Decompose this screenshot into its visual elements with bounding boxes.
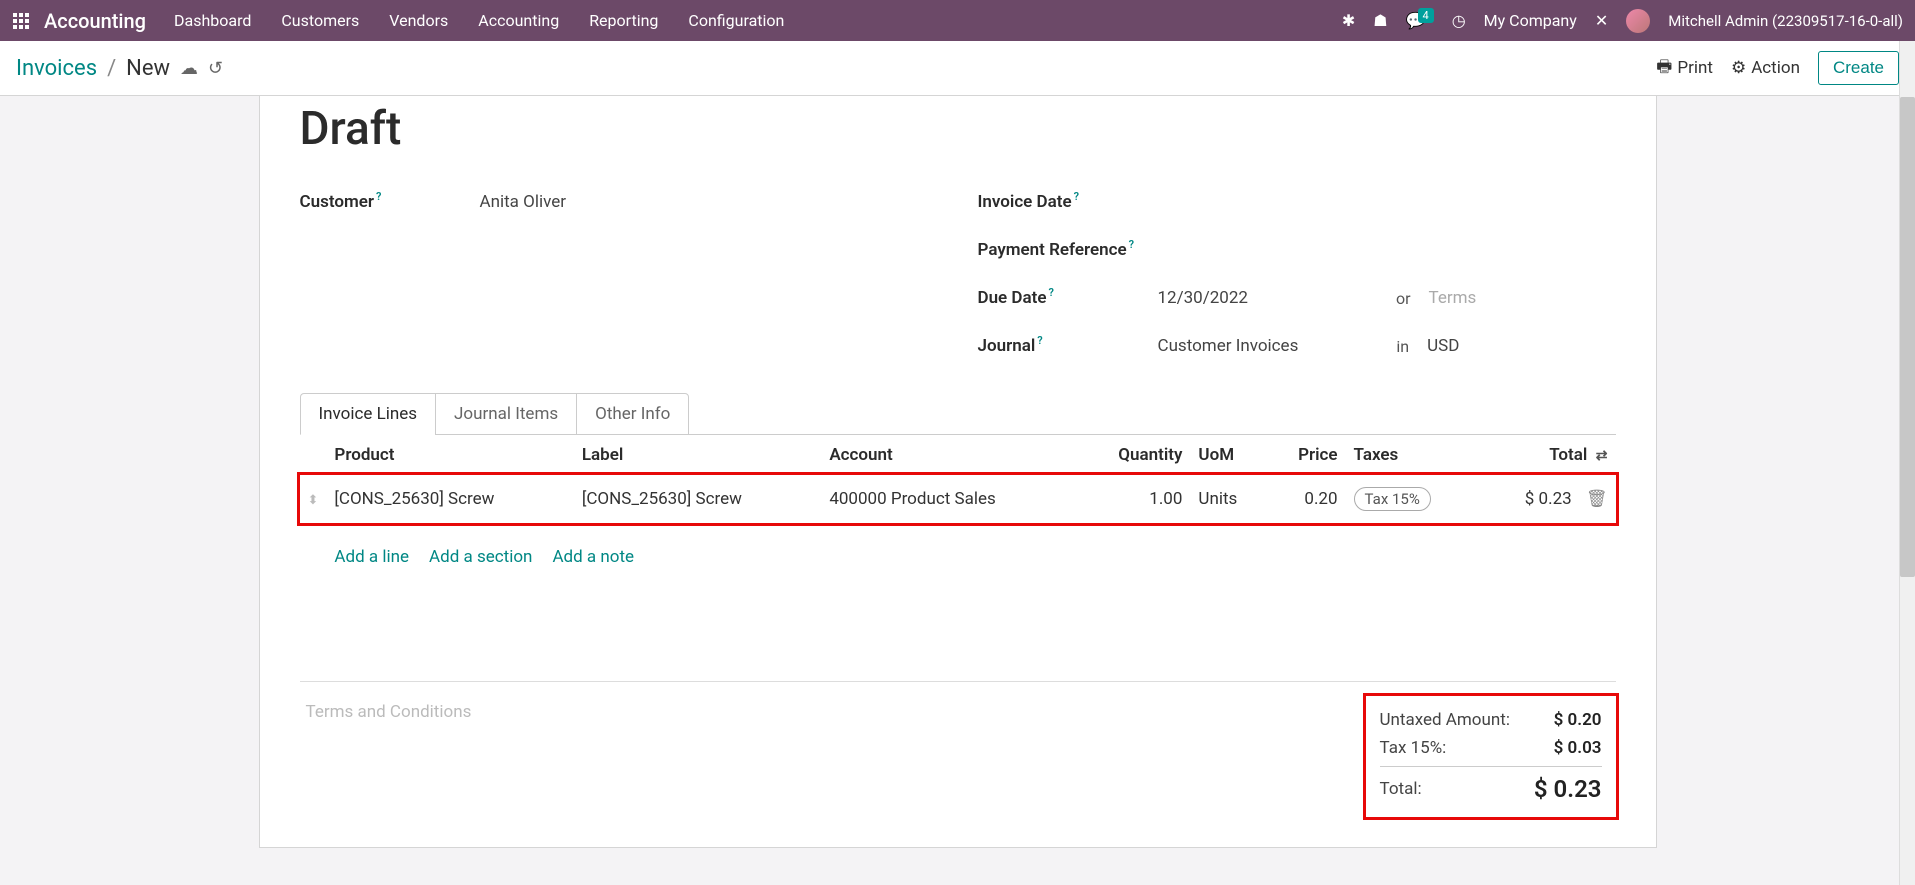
company-selector[interactable]: My Company bbox=[1484, 11, 1577, 30]
cloud-save-icon[interactable]: ☁ bbox=[180, 58, 198, 79]
drag-handle-icon[interactable]: ⬍ bbox=[308, 493, 319, 508]
add-note-link[interactable]: Add a note bbox=[552, 547, 634, 567]
payment-ref-label: Payment Reference? bbox=[978, 240, 1158, 260]
tax-label: Tax 15%: bbox=[1380, 738, 1447, 758]
th-account[interactable]: Account bbox=[821, 435, 1077, 475]
print-label: Print bbox=[1677, 58, 1713, 78]
breadcrumb-current: New bbox=[126, 56, 170, 81]
invoice-lines-table: Product Label Account Quantity UoM Price… bbox=[300, 435, 1616, 591]
menu-reporting[interactable]: Reporting bbox=[589, 11, 658, 30]
tab-journal-items[interactable]: Journal Items bbox=[435, 393, 577, 435]
cell-quantity[interactable]: 1.00 bbox=[1078, 475, 1191, 523]
journal-label: Journal? bbox=[978, 336, 1158, 356]
cell-taxes[interactable]: Tax 15% bbox=[1346, 475, 1477, 523]
chat-badge: 4 bbox=[1418, 8, 1434, 23]
nav-right: ✱ ☗ 💬4 ◷ My Company ✕ Mitchell Admin (22… bbox=[1342, 9, 1903, 33]
top-nav: Accounting Dashboard Customers Vendors A… bbox=[0, 0, 1915, 41]
help-icon[interactable]: ? bbox=[1074, 190, 1079, 203]
columns-adjust-icon[interactable]: ⇄ bbox=[1596, 448, 1608, 464]
add-line-link[interactable]: Add a line bbox=[334, 547, 409, 567]
breadcrumb: Invoices / New ☁ ↺ bbox=[16, 56, 1656, 81]
cell-product[interactable]: [CONS_25630] Screw bbox=[326, 475, 573, 523]
cell-price[interactable]: 0.20 bbox=[1268, 475, 1346, 523]
cell-label[interactable]: [CONS_25630] Screw bbox=[574, 475, 821, 523]
help-icon[interactable]: ? bbox=[1037, 334, 1042, 347]
breadcrumb-actions: 🖶 Print ⚙ Action Create bbox=[1656, 51, 1899, 85]
breadcrumb-root[interactable]: Invoices bbox=[16, 56, 97, 81]
th-total[interactable]: Total ⇄ bbox=[1477, 435, 1616, 475]
user-name[interactable]: Mitchell Admin (22309517-16-0-all) bbox=[1668, 12, 1903, 30]
journal-field[interactable]: Customer Invoices bbox=[1158, 336, 1299, 356]
menu-configuration[interactable]: Configuration bbox=[688, 11, 784, 30]
invoice-date-label: Invoice Date? bbox=[978, 192, 1158, 212]
tools-icon[interactable]: ✕ bbox=[1595, 11, 1608, 30]
th-quantity[interactable]: Quantity bbox=[1078, 435, 1191, 475]
help-icon[interactable]: ? bbox=[1129, 238, 1134, 251]
totals-box: Untaxed Amount: $ 0.20 Tax 15%: $ 0.03 T… bbox=[1366, 696, 1616, 817]
print-button[interactable]: 🖶 Print bbox=[1656, 54, 1713, 83]
th-product[interactable]: Product bbox=[326, 435, 573, 475]
th-uom[interactable]: UoM bbox=[1190, 435, 1267, 475]
form-left-col: Customer? Anita Oliver bbox=[300, 180, 938, 372]
total-label: Total: bbox=[1380, 779, 1422, 799]
help-icon[interactable]: ? bbox=[1049, 286, 1054, 299]
tax-chip[interactable]: Tax 15% bbox=[1354, 487, 1431, 511]
menu-accounting[interactable]: Accounting bbox=[478, 11, 559, 30]
breadcrumb-sep: / bbox=[107, 56, 116, 81]
help-icon[interactable]: ? bbox=[376, 190, 381, 203]
terms-field[interactable]: Terms bbox=[1429, 288, 1477, 308]
action-label: Action bbox=[1751, 58, 1800, 78]
untaxed-value: $ 0.20 bbox=[1554, 710, 1602, 730]
apps-icon[interactable] bbox=[12, 12, 30, 30]
th-label[interactable]: Label bbox=[574, 435, 821, 475]
brand[interactable]: Accounting bbox=[44, 9, 146, 33]
menu-customers[interactable]: Customers bbox=[281, 11, 359, 30]
th-taxes[interactable]: Taxes bbox=[1346, 435, 1477, 475]
form-right-col: Invoice Date? Payment Reference? Due Dat… bbox=[978, 180, 1616, 372]
due-date-label: Due Date? bbox=[978, 288, 1158, 308]
action-button[interactable]: ⚙ Action bbox=[1731, 58, 1800, 78]
breadcrumb-bar: Invoices / New ☁ ↺ 🖶 Print ⚙ Action Crea… bbox=[0, 41, 1915, 96]
discard-icon[interactable]: ↺ bbox=[208, 58, 223, 79]
menu-dashboard[interactable]: Dashboard bbox=[174, 11, 251, 30]
journal-in: in bbox=[1396, 337, 1409, 356]
delete-line-icon[interactable]: 🗑 bbox=[1586, 489, 1608, 509]
print-icon: 🖶 bbox=[1656, 54, 1672, 83]
currency-field[interactable]: USD bbox=[1427, 336, 1459, 356]
avatar[interactable] bbox=[1626, 9, 1650, 33]
gear-icon: ⚙ bbox=[1731, 58, 1746, 78]
status-draft: Draft bbox=[300, 102, 1616, 156]
support-icon[interactable]: ☗ bbox=[1373, 11, 1387, 30]
due-date-field[interactable]: 12/30/2022 bbox=[1158, 288, 1248, 308]
cell-total: $ 0.23 🗑 bbox=[1477, 475, 1616, 523]
cell-uom[interactable]: Units bbox=[1190, 475, 1267, 523]
th-price[interactable]: Price bbox=[1268, 435, 1346, 475]
scrollbar[interactable] bbox=[1899, 41, 1915, 885]
terms-conditions-field[interactable]: Terms and Conditions bbox=[300, 682, 472, 722]
add-section-link[interactable]: Add a section bbox=[429, 547, 532, 567]
due-or: or bbox=[1396, 289, 1411, 308]
chat[interactable]: 💬4 bbox=[1406, 11, 1434, 30]
customer-label: Customer? bbox=[300, 192, 480, 212]
menu-vendors[interactable]: Vendors bbox=[389, 11, 448, 30]
invoice-line-row[interactable]: ⬍ [CONS_25630] Screw [CONS_25630] Screw … bbox=[300, 475, 1616, 523]
tax-value: $ 0.03 bbox=[1554, 738, 1602, 758]
tab-invoice-lines[interactable]: Invoice Lines bbox=[300, 393, 437, 435]
scrollbar-thumb[interactable] bbox=[1900, 97, 1915, 577]
tab-other-info[interactable]: Other Info bbox=[576, 393, 689, 435]
bug-icon[interactable]: ✱ bbox=[1342, 11, 1355, 30]
create-button[interactable]: Create bbox=[1818, 51, 1899, 85]
clock-icon[interactable]: ◷ bbox=[1452, 11, 1466, 30]
customer-field[interactable]: Anita Oliver bbox=[480, 192, 567, 212]
tabs: Invoice Lines Journal Items Other Info bbox=[300, 392, 1616, 435]
form-sheet: Draft Customer? Anita Oliver Invoice Dat… bbox=[259, 96, 1657, 848]
cell-account[interactable]: 400000 Product Sales bbox=[821, 475, 1077, 523]
total-value: $ 0.23 bbox=[1534, 775, 1602, 803]
main-menu: Dashboard Customers Vendors Accounting R… bbox=[174, 11, 1342, 30]
untaxed-label: Untaxed Amount: bbox=[1380, 710, 1510, 730]
